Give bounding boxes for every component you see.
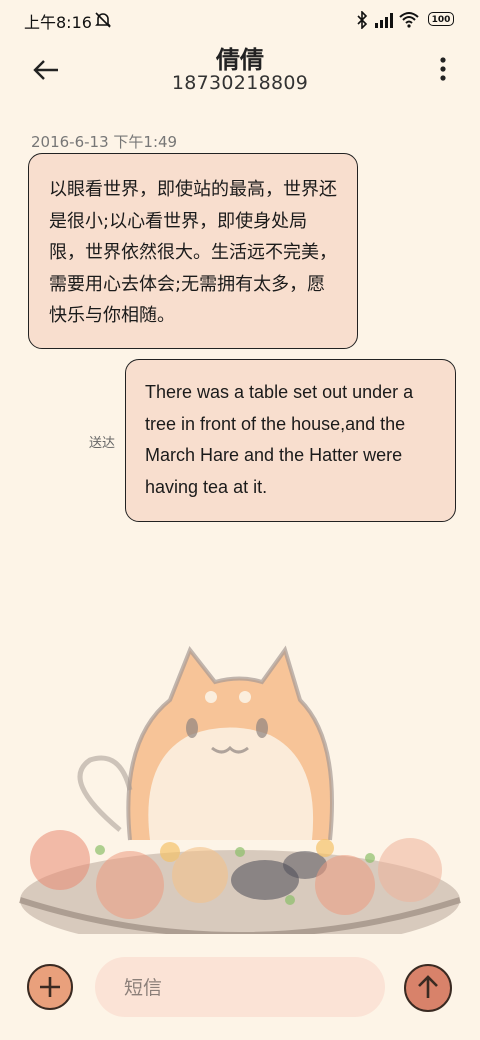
battery-icon: 100 — [428, 12, 454, 26]
status-bar: 上午8:16 100 — [0, 0, 480, 40]
incoming-message-bubble[interactable]: 以眼看世界，即使站的最高，世界还是很小;以心看世界，即使身处局限，世界依然很大。… — [28, 153, 358, 349]
outgoing-message-bubble[interactable]: There was a table set out under a tree i… — [125, 359, 456, 522]
phone-number: 18730218809 — [171, 72, 309, 94]
shiba-seafood-illustration — [19, 645, 461, 940]
send-arrow-icon — [418, 975, 438, 998]
bluetooth-icon — [357, 11, 368, 29]
message-text: 以眼看世界，即使站的最高，世界还是很小;以心看世界，即使身处局限，世界依然很大。… — [49, 179, 337, 326]
delivery-status: 送达 — [89, 436, 116, 451]
more-vert-icon[interactable] — [436, 54, 450, 84]
mute-icon — [95, 12, 111, 28]
status-time: 上午8:16 — [24, 13, 92, 32]
message-input[interactable] — [122, 957, 366, 1019]
signal-icon — [375, 13, 393, 28]
message-text: There was a table set out under a tree i… — [145, 382, 414, 497]
plus-icon — [40, 977, 60, 997]
message-timestamp: 2016-6-13 下午1:49 — [31, 133, 178, 151]
conversation-header: 倩倩 18730218809 — [0, 40, 480, 100]
add-attachment-button[interactable] — [27, 964, 73, 1010]
wifi-icon — [399, 12, 419, 28]
message-input-container — [95, 957, 385, 1019]
contact-name: 倩倩 — [216, 46, 264, 74]
send-button[interactable] — [404, 964, 452, 1012]
battery-level: 100 — [431, 15, 451, 25]
